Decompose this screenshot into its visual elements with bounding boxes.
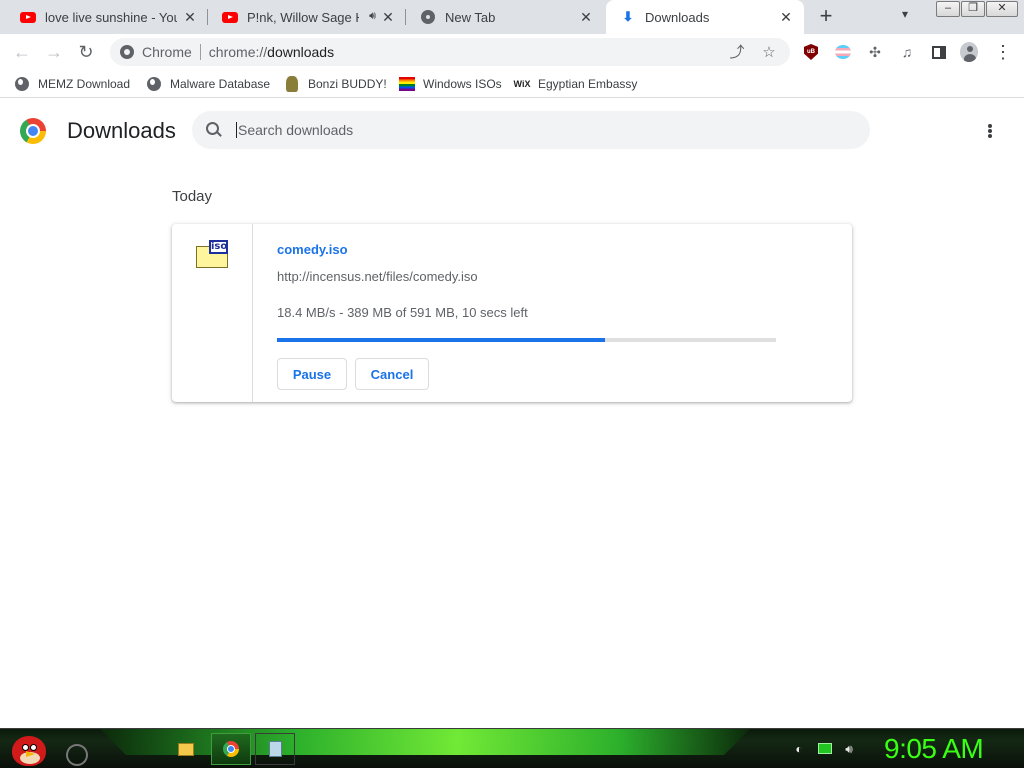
bookmark-windows-isos[interactable]: Windows ISOs — [399, 75, 502, 93]
bookmark-label: MEMZ Download — [38, 77, 131, 91]
puzzle-icon[interactable]: ✣ — [866, 43, 884, 61]
taskbar-notepad[interactable] — [255, 733, 295, 765]
close-icon[interactable]: ✕ — [778, 9, 794, 25]
bookmark-label: Bonzi BUDDY! — [308, 77, 387, 91]
share-icon[interactable]: ⤴ — [728, 44, 746, 62]
youtube-icon — [20, 9, 36, 25]
tab-new-tab[interactable]: New Tab ✕ — [406, 0, 604, 34]
iso-file-icon: iso — [196, 240, 228, 270]
tab-title: New Tab — [445, 9, 496, 25]
file-name-link[interactable]: comedy.iso — [277, 242, 348, 257]
profile-avatar[interactable] — [960, 42, 978, 62]
chrome-logo-icon — [20, 118, 46, 144]
media-control-icon[interactable]: ♫ — [898, 43, 916, 61]
close-window-button[interactable]: ✕ — [986, 1, 1018, 17]
folder-icon — [178, 742, 194, 756]
download-item-card: iso comedy.iso http://incensus.net/files… — [172, 224, 852, 402]
tab-title: Downloads — [645, 9, 710, 25]
bookmark-malware-database[interactable]: Malware Database — [146, 75, 270, 93]
address-bar[interactable]: Chrome chrome://downloads ⤴ ☆ — [110, 38, 790, 66]
tab-title: P!nk, Willow Sage Hart — [247, 9, 359, 25]
back-button[interactable]: ← — [10, 41, 34, 63]
new-tab-button[interactable]: + — [814, 5, 838, 29]
reload-button[interactable]: ↻ — [74, 41, 98, 63]
speaker-icon[interactable]: 🔊︎ — [369, 10, 376, 23]
tab-search-button[interactable]: ▾ — [896, 7, 914, 27]
chrome-icon — [223, 741, 239, 757]
star-icon[interactable]: ☆ — [760, 44, 778, 62]
bookmark-label: Egyptian Embassy — [538, 77, 638, 91]
taskbar — [0, 728, 1024, 768]
ublock-icon[interactable]: uB — [802, 43, 820, 61]
extension-flag-icon[interactable] — [834, 43, 852, 61]
taskbar-chrome[interactable] — [211, 733, 251, 765]
bonzi-icon — [284, 76, 300, 92]
bookmark-memz[interactable]: MEMZ Download — [14, 75, 130, 93]
file-source-url[interactable]: http://incensus.net/files/comedy.iso — [277, 269, 478, 284]
tab-youtube-love-live[interactable]: love live sunshine - YouTube ✕ — [6, 0, 208, 34]
bookmark-egyptian-embassy[interactable]: WiX Egyptian Embassy — [513, 75, 638, 93]
bookmark-bonzi-buddy[interactable]: Bonzi BUDDY! — [284, 75, 387, 93]
globe-icon — [14, 76, 30, 92]
notepad-icon — [268, 741, 282, 757]
progress-bar — [277, 338, 776, 342]
bookmarks-bar: MEMZ Download Malware Database Bonzi BUD… — [0, 70, 1024, 98]
search-icon — [206, 122, 222, 138]
tab-title: love live sunshine - YouTube — [45, 9, 177, 25]
tray-clock-icon[interactable]: ◐ — [792, 742, 806, 756]
volume-icon[interactable]: 🔊︎ — [842, 742, 856, 756]
youtube-icon — [222, 9, 238, 25]
start-button[interactable] — [6, 730, 46, 768]
tab-youtube-pink[interactable]: P!nk, Willow Sage Hart 🔊︎ ✕ — [208, 0, 406, 34]
tab-strip: love live sunshine - YouTube ✕ P!nk, Wil… — [0, 0, 1024, 34]
minimize-button[interactable]: – — [936, 1, 960, 17]
close-icon[interactable]: ✕ — [578, 9, 594, 25]
omnibox-chip: Chrome — [142, 44, 192, 60]
network-icon[interactable] — [818, 742, 832, 756]
url-path: downloads — [267, 44, 335, 60]
browser-menu-icon[interactable]: ⋮ — [994, 42, 1012, 62]
file-icon-column: iso — [172, 224, 253, 402]
cancel-button[interactable]: Cancel — [355, 358, 429, 390]
taskbar-explorer[interactable] — [166, 733, 206, 765]
more-actions-icon[interactable] — [984, 121, 996, 141]
url-scheme: chrome:// — [208, 44, 268, 60]
window-controls: – ❐ ✕ — [935, 1, 1018, 17]
search-box[interactable] — [192, 111, 870, 149]
progress-fill — [277, 338, 606, 342]
globe-icon — [146, 76, 162, 92]
page-title: Downloads — [67, 118, 176, 143]
browser-toolbar: ← → ↻ Chrome chrome://downloads ⤴ ☆ uB ✣… — [0, 34, 1024, 70]
rainbow-flag-icon — [399, 76, 415, 92]
restore-button[interactable]: ❐ — [961, 1, 985, 17]
search-input[interactable] — [236, 122, 836, 138]
downloads-header: Downloads — [0, 99, 1024, 163]
date-header: Today — [172, 188, 213, 205]
wix-icon: WiX — [513, 79, 531, 89]
close-icon[interactable]: ✕ — [380, 9, 396, 25]
bookmark-label: Windows ISOs — [423, 77, 502, 91]
bookmark-label: Malware Database — [170, 77, 271, 91]
side-panel-icon[interactable] — [930, 43, 948, 61]
tab-downloads[interactable]: ⬇︎ Downloads ✕ — [606, 0, 804, 34]
forward-button[interactable]: → — [42, 41, 66, 63]
taskbar-clock[interactable]: 9:05 AM — [884, 733, 984, 765]
chrome-icon — [420, 9, 436, 25]
download-icon: ⬇︎ — [622, 9, 634, 24]
pause-button[interactable]: Pause — [277, 358, 347, 390]
chrome-icon — [120, 45, 134, 59]
download-status: 18.4 MB/s - 389 MB of 591 MB, 10 secs le… — [277, 305, 528, 320]
close-icon[interactable]: ✕ — [182, 9, 198, 25]
